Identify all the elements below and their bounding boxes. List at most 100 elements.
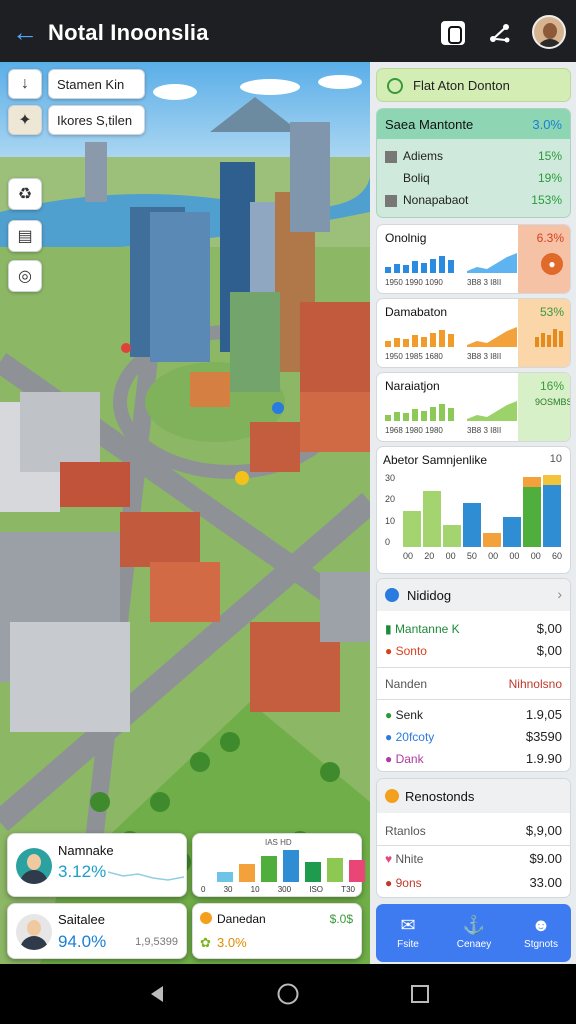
mini-bars [385, 325, 454, 347]
chart-y-axis: 30 20 10 0 [385, 473, 396, 547]
mini-chart-title: Damabaton [385, 305, 448, 319]
chart-title: Abetor Samnjenlike [383, 453, 488, 467]
mini-bar-chart [217, 850, 365, 882]
mini-chart-card[interactable]: Damabaton 53% 1950 1985 1680 3B8 3 I8II [376, 298, 571, 368]
screenshot-icon[interactable] [441, 21, 465, 45]
banner[interactable]: Flat Aton Donton [376, 68, 571, 102]
list-item[interactable]: ● Dank 1.9.90 [385, 751, 562, 766]
stat-value: 3.12% [58, 862, 107, 881]
filter-button[interactable]: ✉ Fsite [383, 915, 433, 950]
mini-chart-card[interactable]: Naraiatjon 16% 9OSMBS 1968 1980 1980 3B8… [376, 372, 571, 442]
list-item[interactable]: ● Sonto $,00 [385, 643, 562, 658]
chart-title-value: 10 [549, 453, 562, 465]
clipboard-icon[interactable]: ▤ [8, 220, 42, 252]
person-icon: ☻ [531, 915, 551, 935]
map-layer-chip[interactable]: Ikores S,tilen [48, 105, 145, 135]
mini-bar-title: IAS HD [265, 838, 292, 847]
table-row[interactable]: Boliq 19% [385, 171, 562, 185]
stat-label: Namnake [58, 843, 114, 858]
list-card: Nididog › ▮ Mantanne K $,00 ● Sonto $,00 N… [376, 578, 571, 772]
list-title: Renostonds [405, 789, 475, 804]
list-title: Nididog [407, 588, 452, 603]
mini-axis-right: 3B8 3 I8II [467, 426, 502, 435]
recents-square-icon[interactable] [408, 982, 432, 1006]
map-illustration [0, 62, 370, 964]
stat-card-saitalee[interactable]: Saitalee 94.0% 1,9,5399 [7, 903, 187, 959]
list-item[interactable]: ♥ Nhite $9.00 [385, 851, 562, 866]
list-item[interactable]: ● 9ons 33.00 [385, 875, 562, 890]
mini-area [467, 401, 517, 421]
thumb-icon [385, 194, 397, 207]
share-icon[interactable] [487, 20, 513, 46]
chevron-right-icon[interactable]: › [557, 586, 562, 602]
route-icon[interactable]: ♻ [8, 178, 42, 210]
mini-area [467, 327, 517, 347]
sparkle-icon[interactable]: ✦ [8, 105, 42, 135]
flame-icon: ● [541, 253, 563, 275]
globe-icon [385, 588, 399, 602]
side-panel: Flat Aton Donton Saea Mantonte 3.0% Adiem… [370, 62, 576, 964]
list-header[interactable] [377, 579, 570, 611]
settings-button[interactable]: ☻ Stgnots [515, 915, 567, 950]
mini-axis-right: 3B8 3 I8II [467, 352, 502, 361]
mini-bars [385, 399, 454, 421]
mini-axis-left: 1950 1985 1680 [385, 352, 443, 361]
mini-bars-accent [535, 325, 563, 347]
stat-value: 94.0% [58, 932, 107, 951]
home-circle-icon[interactable] [276, 982, 300, 1006]
stat-sub: $.0$ [329, 912, 353, 926]
table-row[interactable]: Adiems 15% [385, 149, 562, 163]
app-bar: ← Notal Inoonslia [0, 0, 576, 62]
back-arrow-icon[interactable]: ← [12, 18, 40, 46]
sparkline [108, 871, 184, 881]
stat-card-danedan[interactable]: Danedan $.0$ ✿ 3.0% [192, 903, 362, 959]
summary-table: Saea Mantonte 3.0% Adiems 15% Boliq 19% Non… [376, 108, 571, 218]
mini-chart-card[interactable]: Onolnig 6.3% ● 1950 1990 1090 3B8 3 I8II [376, 224, 571, 294]
avatar [16, 848, 52, 884]
mini-chart-value: 16% [539, 379, 564, 393]
bar-chart-card[interactable]: Abetor Samnjenlike 10 30 20 10 0 00 20 00 50 00… [376, 446, 571, 574]
list-item[interactable]: ▮ Mantanne K $,00 [385, 621, 562, 636]
list-item[interactable]: ● Senk 1.9,05 [385, 707, 562, 722]
mini-bar-card[interactable]: IAS HD 0 30 10 300 ISO T30 [192, 833, 365, 897]
chart-bars [403, 473, 561, 547]
table-title: Saea Mantonte 3.0% [385, 117, 562, 132]
mini-area [467, 253, 517, 273]
mini-chart-title: Naraiatjon [385, 379, 440, 393]
coin-icon [200, 912, 212, 924]
refresh-icon [387, 78, 403, 94]
sailboat-icon: ⚓ [462, 915, 486, 935]
map-filter-chip[interactable]: Stamen Kin [48, 69, 145, 99]
mini-chart-value: 6.3% [536, 231, 564, 245]
mini-chart-title: Onolnig [385, 231, 427, 245]
back-triangle-icon[interactable] [145, 982, 169, 1006]
mini-axis-right: 3B8 3 I8II [467, 278, 502, 287]
list-item[interactable]: ● 20fcoty $3590 [385, 729, 562, 744]
locate-icon[interactable]: ◎ [8, 260, 42, 292]
stat-label: Danedan [217, 912, 266, 926]
convey-button[interactable]: ⚓ Cenaey [449, 915, 499, 950]
stat-sub: 1,9,5399 [135, 936, 178, 948]
banner-label: Flat Aton Donton [413, 78, 510, 93]
leaf-icon: ✿ [200, 935, 211, 950]
list-item[interactable]: Nanden Nihnolsno [385, 677, 562, 691]
mini-axis-left: 1950 1990 1090 [385, 278, 443, 287]
stat-label: Saitalee [58, 912, 105, 927]
bulb-icon [385, 789, 399, 803]
thumb-icon [385, 150, 397, 163]
user-avatar[interactable] [532, 15, 566, 49]
mini-chart-value: 53% [539, 305, 564, 319]
list-card: Renostonds Rtanlos $,9,00 ♥ Nhite $9.00 ● … [376, 778, 571, 898]
direction-down-icon[interactable]: ↓ [8, 69, 42, 99]
list-item[interactable]: Rtanlos $,9,00 [385, 823, 562, 838]
action-bar: ✉ Fsite ⚓ Cenaey ☻ Stgnots [376, 904, 571, 962]
system-nav-bar [0, 964, 576, 1024]
mini-axis-left: 1968 1980 1980 [385, 426, 443, 435]
avatar [16, 914, 52, 950]
city-map[interactable]: ↓ Stamen Kin ✦ Ikores S,tilen ♻ ▤ ◎ Namn… [0, 62, 370, 964]
chart-x-axis: 00 20 00 50 00 00 00 60 [403, 551, 562, 561]
table-row[interactable]: Nonapabaot 153% [385, 193, 562, 207]
mini-bars [385, 251, 454, 273]
stat-value: 3.0% [217, 935, 247, 950]
stat-card-namnake[interactable]: Namnake 3.12% [7, 833, 187, 897]
